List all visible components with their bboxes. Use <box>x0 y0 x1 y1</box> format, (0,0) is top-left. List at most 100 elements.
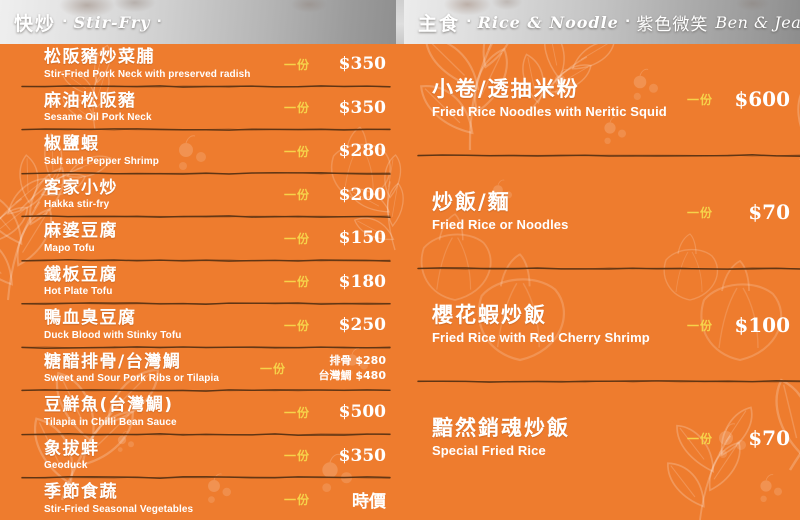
menu-item[interactable]: 松阪豬炒菜脯 Stir-Fried Pork Neck with preserve… <box>0 44 400 85</box>
menu-item-unit: 一份 <box>283 144 310 159</box>
menu-item-name-cn: 麻油松阪豬 <box>44 90 137 111</box>
menu-item-names: 客家小炒 Hakka stir-fry <box>44 177 270 211</box>
menu-item-names: 鐵板豆腐 Hot Plate Tofu <box>44 264 270 298</box>
signature-cn: 紫色微笑 <box>636 14 709 35</box>
menu-item-unit: 一份 <box>283 449 310 464</box>
menu-item-name-cn: 小卷/透抽米粉 <box>432 76 580 101</box>
menu-item[interactable]: 象拔蚌 Geoduck 一份 $350 <box>0 436 400 477</box>
menu-item-price: $150 <box>338 228 386 249</box>
menu-item-name-cn: 鴨血臭豆腐 <box>44 308 137 329</box>
menu-item[interactable]: 糖醋排骨/台灣鯛 Sweet and Sour Pork Ribs or Tila… <box>0 349 400 390</box>
menu-item-name-cn: 糖醋排骨/台灣鯛 <box>44 351 182 372</box>
menu-item-names: 糖醋排骨/台灣鯛 Sweet and Sour Pork Ribs or Tila… <box>44 351 246 385</box>
menu-item-unit: 一份 <box>283 405 310 420</box>
menu-item-price: $350 <box>338 97 386 118</box>
menu-item[interactable]: 豆鮮魚(台灣鯛) Tilapia in Chilli Bean Sauce 一份 $5… <box>0 392 400 433</box>
menu-item-price: $70 <box>748 426 790 450</box>
stir-fry-menu-column: 松阪豬炒菜脯 Stir-Fried Pork Neck with preserve… <box>0 44 400 520</box>
menu-item[interactable]: 櫻花蝦炒飯 Fried Rice with Red Cherry Shrimp 一份… <box>400 270 800 380</box>
menu-item[interactable]: 小卷/透抽米粉 Fried Rice Noodles with Neritic S… <box>400 44 800 154</box>
menu-item-price: $100 <box>734 313 790 337</box>
menu-item[interactable]: 炒飯/麵 Fried Rice or Noodles 一份 $70 <box>400 157 800 267</box>
menu-item-price: $70 <box>748 200 790 224</box>
menu-item-names: 櫻花蝦炒飯 Fried Rice with Red Cherry Shrimp <box>432 304 672 347</box>
menu-item-name-cn: 炒飯/麵 <box>432 189 511 214</box>
menu-item-price: $350 <box>338 54 386 75</box>
menu-item-names: 麻油松阪豬 Sesame Oil Pork Neck <box>44 90 270 124</box>
menu-item-name-cn: 松阪豬炒菜脯 <box>44 47 155 68</box>
menu-item-price: $180 <box>338 271 386 292</box>
header-left-text: 快炒 ▪ Stir-Fry ▪ <box>14 0 161 44</box>
menu-item-names: 象拔蚌 Geoduck <box>44 438 270 472</box>
menu-item-name-cn: 鐵板豆腐 <box>44 264 118 285</box>
header-left-title-en: Stir-Fry <box>73 12 151 32</box>
header-bar: 快炒 ▪ Stir-Fry ▪ 主食 ▪ Rice & Noodle ▪ 紫色微… <box>0 0 800 44</box>
menu-item-unit: 一份 <box>686 431 713 446</box>
menu-item-unit: 一份 <box>686 205 713 220</box>
menu-item[interactable]: 椒鹽蝦 Salt and Pepper Shrimp 一份 $280 <box>0 131 400 172</box>
menu-item-name-en: Geoduck <box>44 460 88 472</box>
menu-item-name-en: Fried Rice with Red Cherry Shrimp <box>432 330 650 346</box>
menu-item-name-cn: 黯然銷魂炒飯 <box>432 415 570 440</box>
menu-item-name-en: Sesame Oil Pork Neck <box>44 112 152 124</box>
menu-item-unit: 一份 <box>283 101 310 116</box>
signature-en: Ben & Jean <box>715 12 800 32</box>
header-right-title-en: Rice & Noodle <box>477 12 619 32</box>
menu-item[interactable]: 鴨血臭豆腐 Duck Blood with Stinky Tofu 一份 $250 <box>0 305 400 346</box>
menu-item-name-cn: 客家小炒 <box>44 177 118 198</box>
menu-item-name-en: Hot Plate Tofu <box>44 286 113 298</box>
menu-item[interactable]: 鐵板豆腐 Hot Plate Tofu 一份 $180 <box>0 262 400 303</box>
menu-item-price: 排骨 $280 台灣鯛 $480 <box>300 354 386 384</box>
menu-item-unit: 一份 <box>686 318 713 333</box>
menu-item[interactable]: 客家小炒 Hakka stir-fry 一份 $200 <box>0 175 400 216</box>
menu-item-names: 小卷/透抽米粉 Fried Rice Noodles with Neritic S… <box>432 78 672 121</box>
header-panel-divider <box>396 0 404 44</box>
menu-board: 快炒 ▪ Stir-Fry ▪ 主食 ▪ Rice & Noodle ▪ 紫色微… <box>0 0 800 520</box>
menu-item-name-en: Fried Rice or Noodles <box>432 217 569 233</box>
menu-item-names: 麻婆豆腐 Mapo Tofu <box>44 222 270 254</box>
menu-item-name-en: Stir-Fried Pork Neck with preserved radi… <box>44 68 251 80</box>
menu-item-unit: 一份 <box>259 362 286 377</box>
menu-item-names: 鴨血臭豆腐 Duck Blood with Stinky Tofu <box>44 309 270 341</box>
menu-item-price-line: 排骨 $280 <box>329 353 386 367</box>
menu-item[interactable]: 麻婆豆腐 Mapo Tofu 一份 $150 <box>0 218 400 259</box>
menu-item-name-en: Fried Rice Noodles with Neritic Squid <box>432 104 667 120</box>
menu-item-price: $600 <box>734 87 790 111</box>
menu-item-name-en: Hakka stir-fry <box>44 199 110 211</box>
menu-item-name-en: Special Fried Rice <box>432 443 546 459</box>
menu-item-names: 椒鹽蝦 Salt and Pepper Shrimp <box>44 135 270 167</box>
menu-item-name-en: Stir-Fried Seasonal Vegetables <box>44 503 194 515</box>
header-left-dot-leading: ▪ <box>63 16 67 27</box>
header-left-dot-trailing: ▪ <box>157 16 162 27</box>
menu-item[interactable]: 季節食蔬 Stir-Fried Seasonal Vegetables 一份 時價 <box>0 479 400 520</box>
menu-item-name-cn: 櫻花蝦炒飯 <box>432 302 547 327</box>
menu-item-price: $350 <box>338 445 386 466</box>
menu-item-name-cn: 麻婆豆腐 <box>44 221 118 242</box>
header-right-dot-leading: ▪ <box>467 16 471 27</box>
menu-item-name-en: Tilapia in Chilli Bean Sauce <box>44 416 177 428</box>
header-right-title-cn: 主食 <box>418 12 461 35</box>
menu-item-unit: 一份 <box>283 57 310 72</box>
menu-item-price: $200 <box>338 184 386 205</box>
menu-item-name-en: Sweet and Sour Pork Ribs or Tilapia <box>44 373 220 385</box>
menu-item-names: 炒飯/麵 Fried Rice or Noodles <box>432 191 672 234</box>
menu-item-name-cn: 椒鹽蝦 <box>44 134 100 155</box>
menu-item-name-en: Mapo Tofu <box>44 242 95 254</box>
menu-item[interactable]: 麻油松阪豬 Sesame Oil Pork Neck 一份 $350 <box>0 88 400 129</box>
menu-item-unit: 一份 <box>283 188 310 203</box>
menu-item-name-en: Salt and Pepper Shrimp <box>44 155 160 167</box>
header-right-text: 主食 ▪ Rice & Noodle ▪ 紫色微笑 Ben & Jean <box>418 0 800 44</box>
menu-item[interactable]: 黯然銷魂炒飯 Special Fried Rice 一份 $70 <box>400 383 800 493</box>
header-left-title-cn: 快炒 <box>14 12 57 35</box>
menu-item-unit: 一份 <box>686 92 713 107</box>
menu-item-names: 松阪豬炒菜脯 Stir-Fried Pork Neck with preserve… <box>44 48 270 80</box>
menu-item-name-cn: 豆鮮魚(台灣鯛) <box>44 395 174 416</box>
menu-item-name-cn: 象拔蚌 <box>44 438 100 459</box>
menu-item-unit: 一份 <box>283 231 310 246</box>
menu-item-price: $500 <box>338 402 386 423</box>
header-right-dot-trailing: ▪ <box>625 16 630 27</box>
menu-item-price: $280 <box>338 141 386 162</box>
header-panel-stir-fry: 快炒 ▪ Stir-Fry ▪ <box>0 0 396 44</box>
rice-noodle-menu-column: 小卷/透抽米粉 Fried Rice Noodles with Neritic S… <box>400 44 800 520</box>
menu-item-name-cn: 季節食蔬 <box>44 482 118 503</box>
